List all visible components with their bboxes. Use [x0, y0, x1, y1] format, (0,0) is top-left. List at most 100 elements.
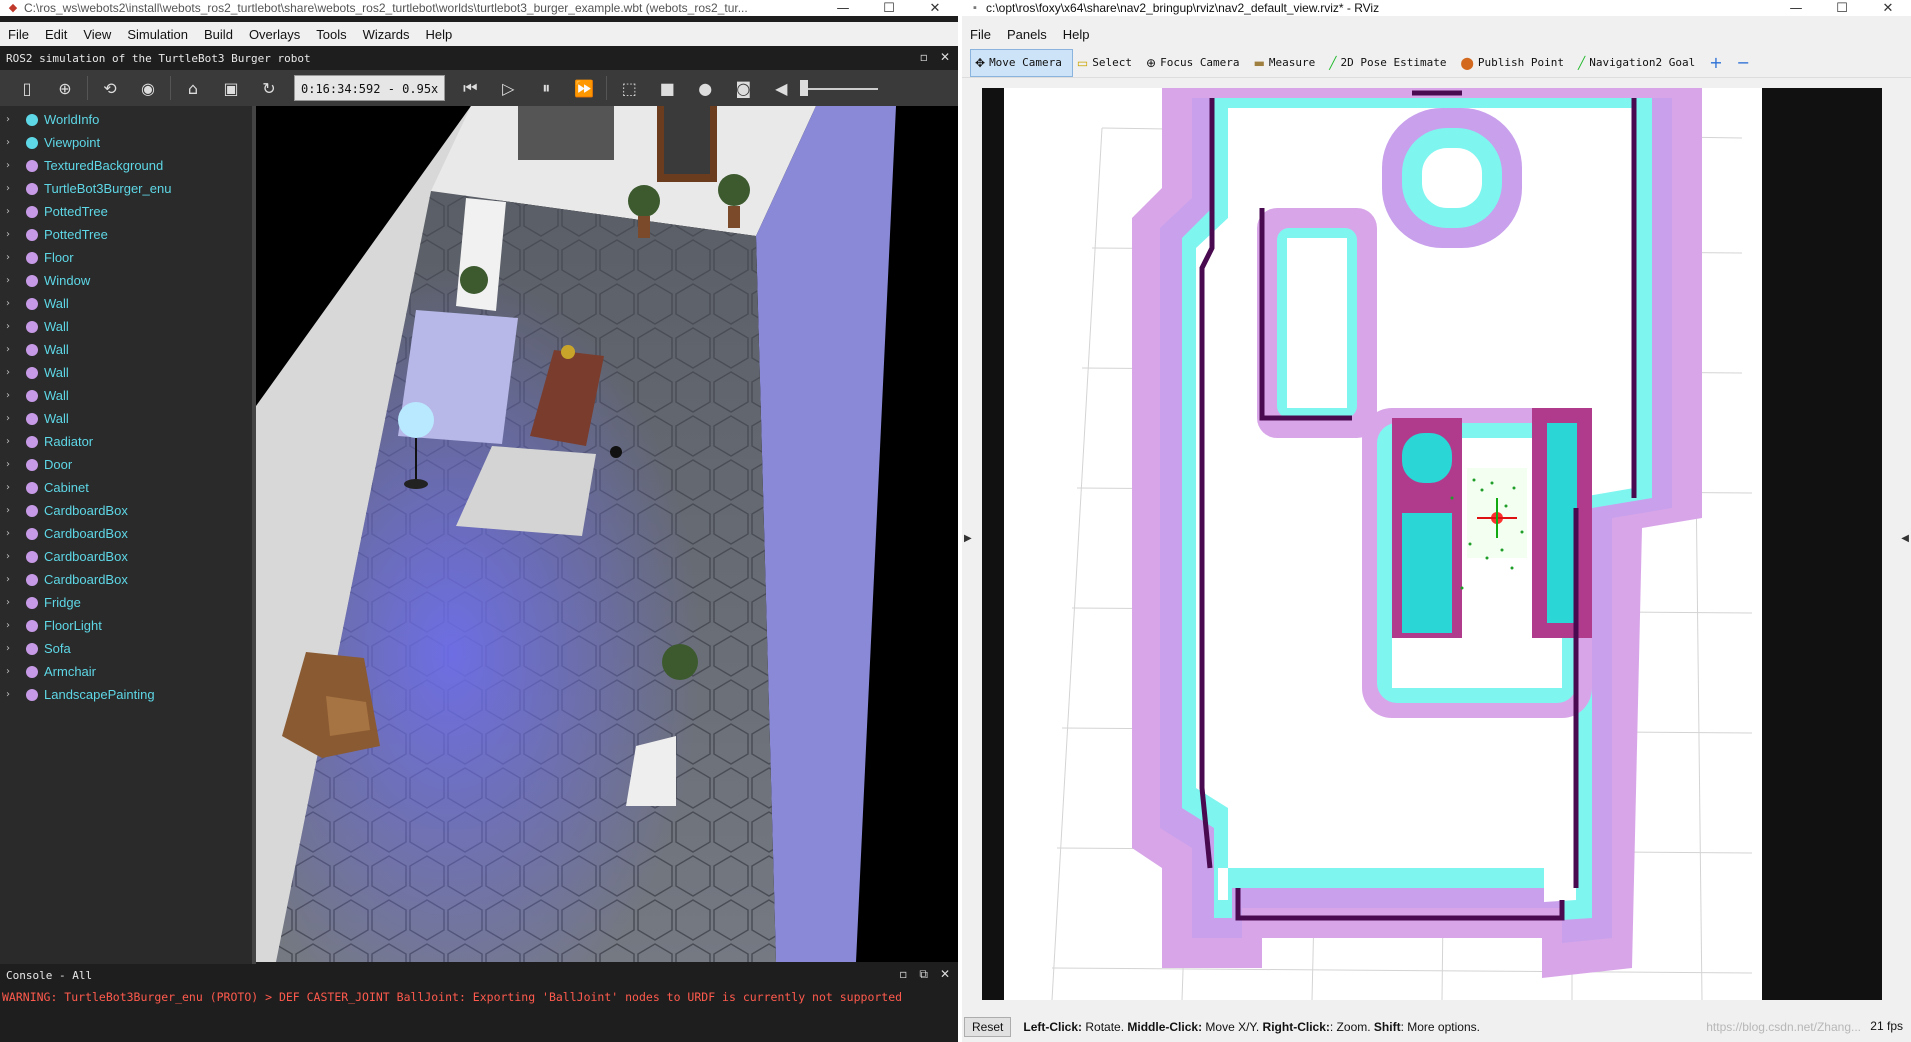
panel-close-icon[interactable]: ✕ [940, 50, 950, 64]
scene-node[interactable]: › Wall [0, 292, 252, 315]
expand-arrow-icon[interactable]: › [6, 137, 18, 148]
close-button[interactable]: ✕ [1865, 1, 1911, 16]
open-world-icon[interactable]: ⌂ [174, 74, 212, 102]
scene-node[interactable]: › Wall [0, 407, 252, 430]
minimize-button[interactable]: — [1773, 1, 1819, 16]
menu-overlays[interactable]: Overlays [241, 27, 308, 42]
volume-slider[interactable] [800, 74, 879, 102]
expand-arrow-icon[interactable]: › [6, 114, 18, 125]
menu-help[interactable]: Help [418, 27, 461, 42]
expand-arrow-icon[interactable]: › [6, 183, 18, 194]
scene-node[interactable]: › Radiator [0, 430, 252, 453]
scene-node[interactable]: › LandscapePainting [0, 683, 252, 706]
expand-arrow-icon[interactable]: › [6, 689, 18, 700]
scene-node[interactable]: › Wall [0, 338, 252, 361]
panel-float-icon[interactable]: ▫ [920, 50, 928, 64]
tool-publish-point[interactable]: ⬤ Publish Point [1456, 49, 1574, 77]
console-float-icon[interactable]: ▫ [899, 967, 907, 982]
record-icon[interactable]: ● [686, 74, 724, 102]
expand-arrow-icon[interactable]: › [6, 252, 18, 263]
menu-simulation[interactable]: Simulation [119, 27, 196, 42]
expand-arrow-icon[interactable]: › [6, 528, 18, 539]
scene-node[interactable]: › CardboardBox [0, 545, 252, 568]
expand-arrow-icon[interactable]: › [6, 482, 18, 493]
add-node-icon[interactable]: ⊕ [46, 74, 84, 102]
expand-arrow-icon[interactable]: › [6, 459, 18, 470]
tool-select[interactable]: ▭ Select [1073, 49, 1142, 77]
reset-simulation-icon[interactable]: ⏮ [451, 74, 489, 102]
expand-arrow-icon[interactable]: › [6, 505, 18, 516]
expand-arrow-icon[interactable]: › [6, 643, 18, 654]
stop-recording-icon[interactable]: ■ [648, 74, 686, 102]
toggle-scene-tree-icon[interactable]: ▯ [8, 74, 46, 102]
expand-arrow-icon[interactable]: › [6, 413, 18, 424]
expand-arrow-icon[interactable]: › [6, 597, 18, 608]
expand-arrow-icon[interactable]: › [6, 551, 18, 562]
render-panel[interactable]: ▶ ◀ [962, 78, 1911, 1008]
expand-arrow-icon[interactable]: › [6, 620, 18, 631]
add-tool-button[interactable]: + [1705, 49, 1732, 77]
close-button[interactable]: ✕ [912, 1, 958, 16]
scene-node[interactable]: › Viewpoint [0, 131, 252, 154]
scene-node[interactable]: › Window [0, 269, 252, 292]
scene-node[interactable]: › TurtleBot3Burger_enu [0, 177, 252, 200]
collapse-left-icon[interactable]: ▶ [964, 533, 972, 544]
tool-focus-camera[interactable]: ⊕ Focus Camera [1142, 49, 1250, 77]
expand-arrow-icon[interactable]: › [6, 436, 18, 447]
step-icon[interactable]: ▷ [489, 74, 527, 102]
tool-move-camera[interactable]: ✥ Move Camera [970, 48, 1073, 77]
scene-node[interactable]: › Floor [0, 246, 252, 269]
menu-build[interactable]: Build [196, 27, 241, 42]
minimize-button[interactable]: — [820, 1, 866, 16]
scene-node[interactable]: › Fridge [0, 591, 252, 614]
expand-arrow-icon[interactable]: › [6, 367, 18, 378]
scene-node[interactable]: › PottedTree [0, 200, 252, 223]
fast-forward-icon[interactable]: ⏩ [565, 74, 603, 102]
menu-wizards[interactable]: Wizards [355, 27, 418, 42]
remove-tool-button[interactable]: − [1733, 49, 1760, 77]
collapse-right-icon[interactable]: ◀ [1901, 533, 1909, 544]
expand-arrow-icon[interactable]: › [6, 298, 18, 309]
menu-file[interactable]: File [962, 27, 999, 42]
expand-arrow-icon[interactable]: › [6, 574, 18, 585]
menu-view[interactable]: View [75, 27, 119, 42]
maximize-button[interactable]: ☐ [1819, 1, 1865, 16]
tool-measure[interactable]: ▬ Measure [1250, 49, 1326, 77]
expand-arrow-icon[interactable]: › [6, 229, 18, 240]
console-undock-icon[interactable]: ⧉ [919, 967, 928, 982]
scene-node[interactable]: › Wall [0, 384, 252, 407]
expand-arrow-icon[interactable]: › [6, 666, 18, 677]
scene-node[interactable]: › CardboardBox [0, 522, 252, 545]
scene-node[interactable]: › FloorLight [0, 614, 252, 637]
expand-arrow-icon[interactable]: › [6, 321, 18, 332]
expand-arrow-icon[interactable]: › [6, 344, 18, 355]
expand-arrow-icon[interactable]: › [6, 275, 18, 286]
scene-node[interactable]: › Sofa [0, 637, 252, 660]
mute-icon[interactable]: ◀ [762, 74, 800, 102]
scene-node[interactable]: › Wall [0, 361, 252, 384]
save-world-icon[interactable]: ▣ [212, 74, 250, 102]
menu-edit[interactable]: Edit [37, 27, 75, 42]
pause-icon[interactable]: ⏸ [527, 74, 565, 102]
scene-node[interactable]: › Cabinet [0, 476, 252, 499]
volume-knob[interactable] [800, 80, 809, 96]
maximize-button[interactable]: ☐ [866, 1, 912, 16]
reset-button[interactable]: Reset [964, 1017, 1012, 1037]
reload-world-icon[interactable]: ↻ [250, 74, 288, 102]
console-close-icon[interactable]: ✕ [940, 967, 950, 982]
scene-node[interactable]: › TexturedBackground [0, 154, 252, 177]
scene-node[interactable]: › CardboardBox [0, 568, 252, 591]
3d-view[interactable] [256, 96, 958, 962]
projection-icon[interactable]: ⬚ [610, 74, 648, 102]
screenshot-icon[interactable]: ◙ [724, 74, 762, 102]
expand-arrow-icon[interactable]: › [6, 206, 18, 217]
tool-navigation2-goal[interactable]: ╱ Navigation2 Goal [1574, 49, 1705, 77]
expand-arrow-icon[interactable]: › [6, 160, 18, 171]
menu-help[interactable]: Help [1055, 27, 1098, 42]
scene-node[interactable]: › Door [0, 453, 252, 476]
menu-tools[interactable]: Tools [308, 27, 354, 42]
scene-node[interactable]: › WorldInfo [0, 108, 252, 131]
scene-node[interactable]: › CardboardBox [0, 499, 252, 522]
scene-node[interactable]: › Wall [0, 315, 252, 338]
reset-view-icon[interactable]: ⟲ [91, 74, 129, 102]
